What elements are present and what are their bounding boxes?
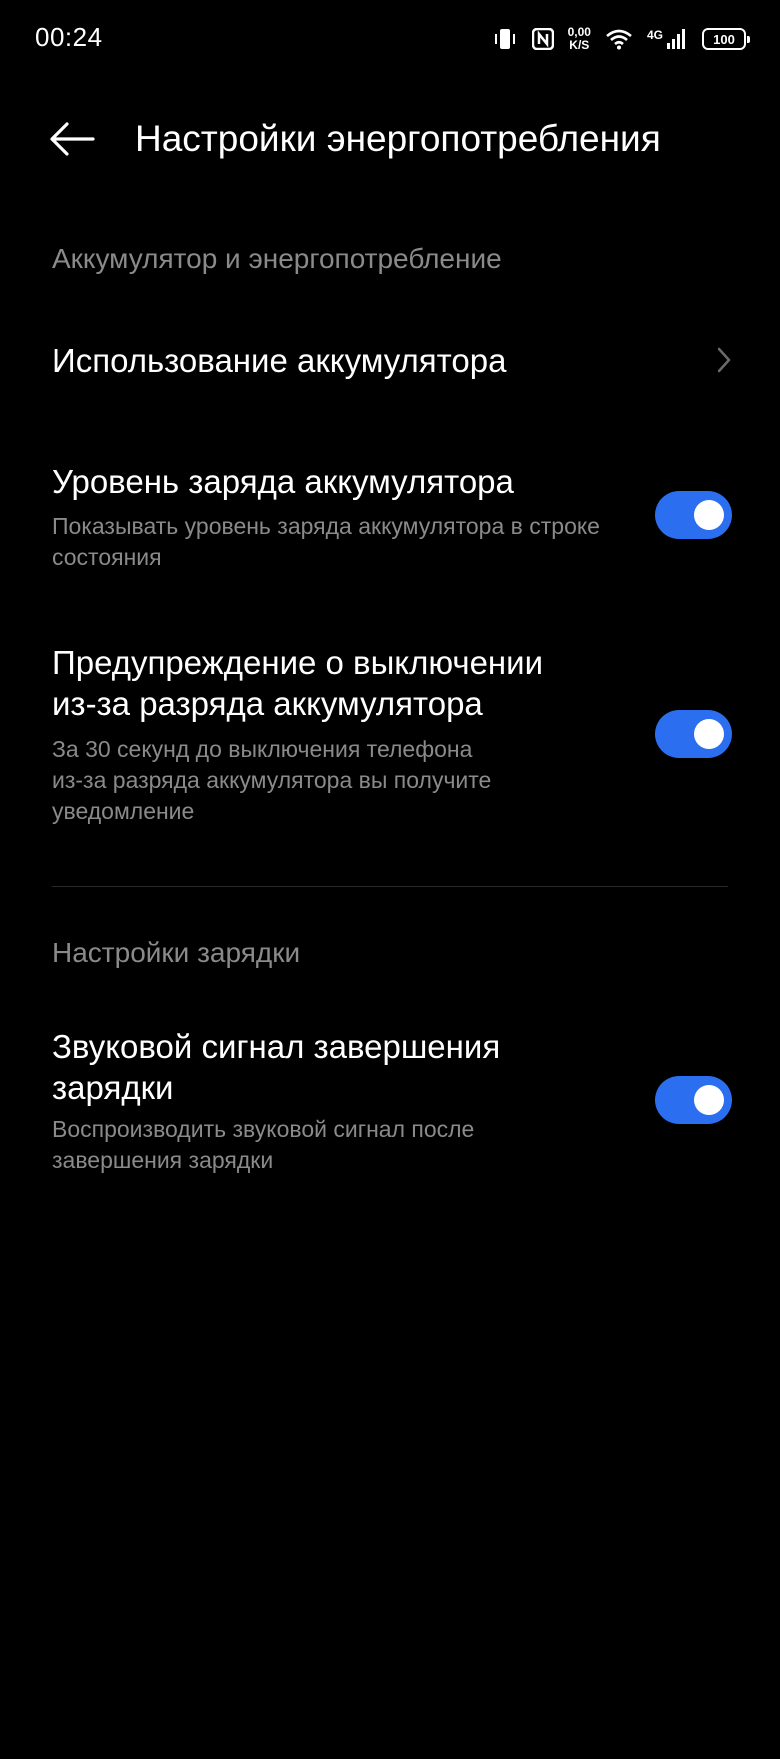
- wifi-icon: [605, 28, 633, 50]
- header: Настройки энергопотребления: [0, 100, 780, 180]
- net-speed-unit: K/S: [569, 38, 590, 52]
- shutdown-warning-desc-line3: уведомление: [52, 798, 195, 824]
- toggle-knob: [694, 500, 724, 530]
- section-label-charging: Настройки зарядки: [52, 937, 301, 968]
- arrow-left-icon: [50, 122, 95, 156]
- charge-sound-desc-line2: завершения зарядки: [52, 1147, 274, 1173]
- battery-level-title: Уровень заряда аккумулятора: [52, 463, 514, 500]
- status-time: 00:24: [35, 22, 103, 52]
- shutdown-warning-item[interactable]: Предупреждение о выключении из-за разряд…: [0, 640, 780, 830]
- battery-usage-title: Использование аккумулятора: [52, 342, 507, 379]
- net-speed: 0,00 K/S: [568, 26, 591, 52]
- battery-usage-item[interactable]: Использование аккумулятора: [0, 320, 780, 405]
- battery-level-item[interactable]: Уровень заряда аккумулятора Показывать у…: [0, 455, 780, 575]
- section-label-battery: Аккумулятор и энергопотребление: [52, 243, 502, 274]
- nfc-icon: [531, 28, 554, 50]
- shutdown-warning-desc-line1: За 30 секунд до выключения телефона: [52, 736, 473, 762]
- battery-level: 100: [713, 31, 735, 47]
- status-bar: 00:24 0,00 K/S 4G 100: [0, 0, 780, 80]
- shutdown-warning-desc-line2: из-за разряда аккумулятора вы получите: [52, 767, 492, 793]
- chevron-right-icon: [717, 347, 731, 373]
- battery-icon: 100: [702, 28, 750, 50]
- shutdown-warning-title-line2: из-за разряда аккумулятора: [52, 685, 483, 722]
- battery-level-description: Показывать уровень заряда аккумулятора в…: [52, 513, 600, 570]
- charge-sound-title-line1: Звуковой сигнал завершения: [52, 1028, 501, 1065]
- charge-sound-item[interactable]: Звуковой сигнал завершения зарядки Воспр…: [0, 1020, 780, 1185]
- vibrate-icon: [492, 27, 518, 51]
- network-type: 4G: [646, 28, 663, 42]
- toggle-knob: [694, 1085, 724, 1115]
- back-button[interactable]: [44, 114, 100, 164]
- section-divider: [52, 886, 728, 887]
- shutdown-warning-title-line1: Предупреждение о выключении: [52, 644, 544, 681]
- signal-icon: 4G: [647, 28, 688, 50]
- charge-sound-desc-line1: Воспроизводить звуковой сигнал после: [52, 1116, 475, 1142]
- toggle-knob: [694, 719, 724, 749]
- shutdown-warning-toggle[interactable]: [655, 710, 732, 758]
- battery-level-toggle[interactable]: [655, 491, 732, 539]
- charge-sound-toggle[interactable]: [655, 1076, 732, 1124]
- page-title: Настройки энергопотребления: [135, 118, 661, 159]
- status-icons: 0,00 K/S 4G 100: [492, 20, 750, 58]
- charge-sound-title-line2: зарядки: [52, 1069, 174, 1106]
